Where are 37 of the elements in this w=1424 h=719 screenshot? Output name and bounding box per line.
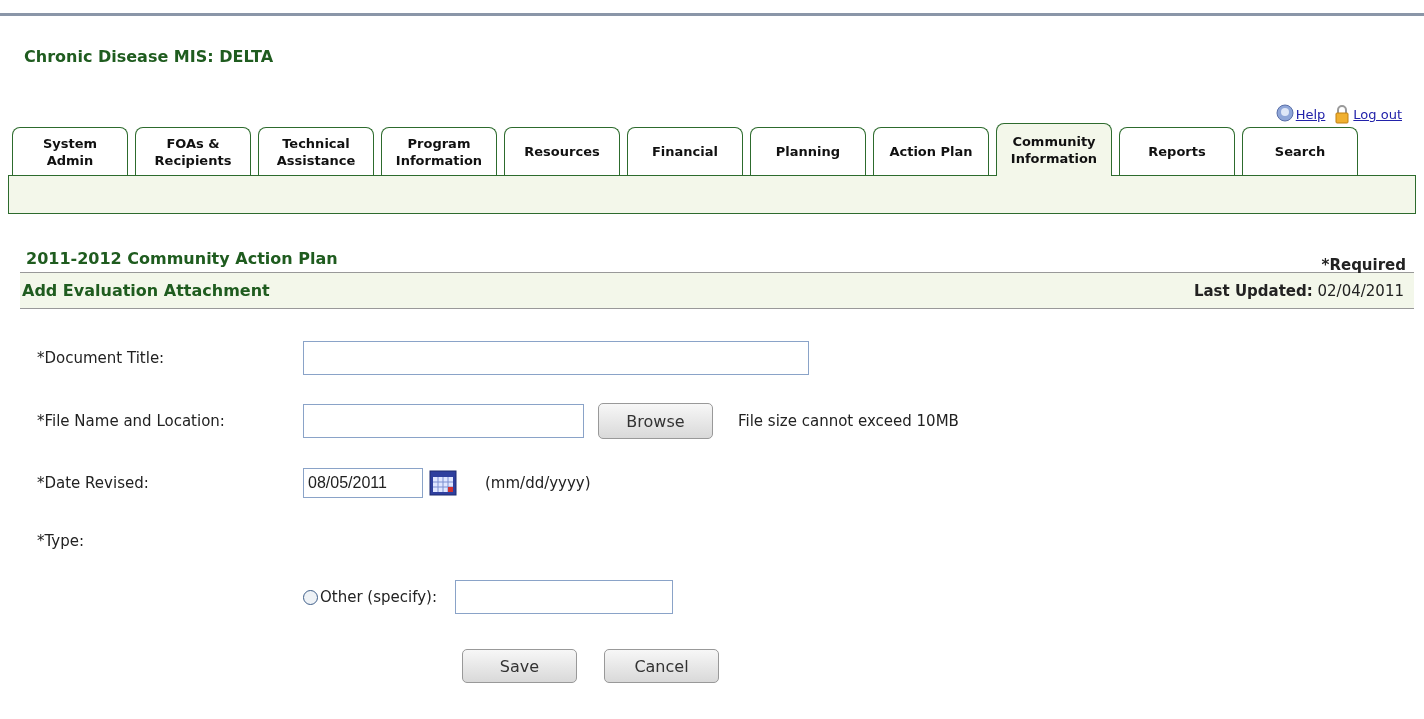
- action-button[interactable]: Save: [462, 649, 577, 683]
- help-icon: [1275, 104, 1294, 124]
- input-field[interactable]: [303, 404, 584, 438]
- option-label: Other (specify):: [320, 588, 437, 606]
- nav-tab[interactable]: System Admin: [12, 127, 128, 175]
- field-label: *Date Revised:: [37, 474, 150, 492]
- format-hint: (mm/dd/yyyy): [485, 474, 591, 492]
- nav-tab[interactable]: Action Plan: [873, 127, 989, 175]
- nav-tab[interactable]: Search: [1242, 127, 1358, 175]
- input-field[interactable]: [455, 580, 673, 614]
- top-link[interactable]: Log out: [1353, 106, 1402, 122]
- nav-tab[interactable]: Reports: [1119, 127, 1235, 175]
- hint-text: File size cannot exceed 10MB: [738, 412, 959, 430]
- radio-button[interactable]: [303, 589, 318, 605]
- action-button[interactable]: Cancel: [604, 649, 719, 683]
- nav-tab[interactable]: Community Information: [996, 123, 1112, 176]
- app-title: Chronic Disease MIS: DELTA: [24, 47, 274, 68]
- nav-tab[interactable]: Planning: [750, 127, 866, 175]
- field-label: *File Name and Location:: [37, 412, 226, 430]
- nav-tab[interactable]: FOAs & Recipients: [135, 127, 251, 175]
- nav-tab[interactable]: Resources: [504, 127, 620, 175]
- required-note: *Required: [1321, 256, 1406, 274]
- date-field[interactable]: 08/05/2011: [303, 468, 423, 498]
- field-label: *Document Title:: [37, 349, 166, 367]
- browse-button[interactable]: Browse: [598, 403, 713, 439]
- last-updated-label: Last Updated:: [1193, 281, 1313, 300]
- lock-icon: [1333, 104, 1352, 124]
- page-title: 2011-2012 Community Action Plan: [26, 249, 338, 268]
- calendar-icon[interactable]: [429, 470, 457, 496]
- section-title: Add Evaluation Attachment: [22, 281, 270, 300]
- nav-tab[interactable]: Technical Assistance: [258, 127, 374, 175]
- last-updated-date: 02/04/2011: [1317, 281, 1404, 300]
- input-field[interactable]: [303, 341, 809, 375]
- field-label: *Type:: [37, 532, 85, 550]
- nav-tab[interactable]: Financial: [627, 127, 743, 175]
- top-link[interactable]: Help: [1295, 106, 1326, 122]
- nav-tab[interactable]: Program Information: [381, 127, 497, 175]
